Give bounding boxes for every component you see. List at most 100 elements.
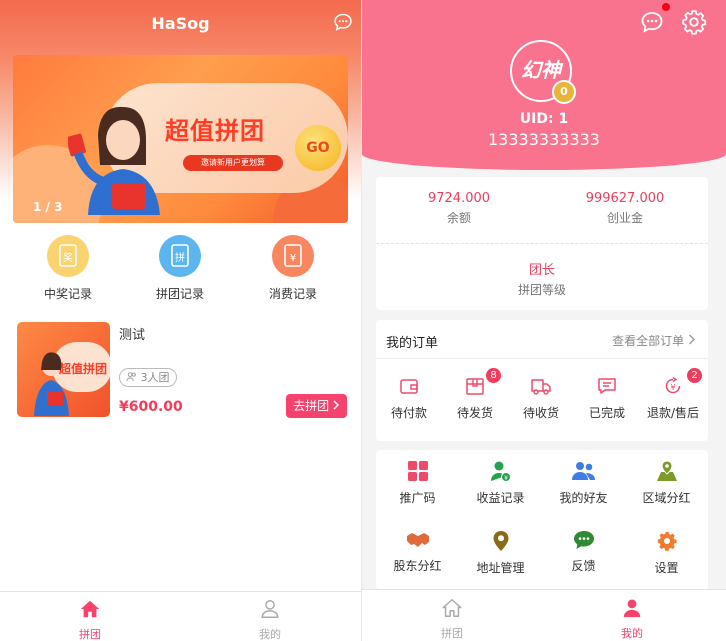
consume-record-shortcut[interactable]: ¥ 消费记录 — [253, 235, 333, 302]
group-record-icon: 拼 — [159, 235, 201, 277]
view-all-orders-link[interactable]: 查看全部订单 — [612, 332, 696, 349]
balance-label: 余额 — [446, 211, 471, 225]
order-status-refund[interactable]: ¥ 2 退款/售后 — [640, 368, 706, 421]
startup-fund-label: 创业金 — [606, 211, 643, 225]
services-card: 推广码 ¥ 收益记录 我的好友 区域分红 股东分红 地址管理 反馈 设置 — [376, 450, 708, 590]
group-size-tag: 3人团 — [119, 368, 177, 387]
service-friends[interactable]: 我的好友 — [542, 460, 625, 506]
banner-subtitle: 邀请新用户更划算 — [183, 155, 283, 171]
award-glyph: 奖 — [63, 251, 73, 264]
banner-go-badge: GO — [295, 125, 341, 171]
group-record-shortcut[interactable]: 拼 拼团记录 — [140, 235, 220, 302]
tab-mine[interactable]: 我的 — [225, 598, 315, 641]
level-badge: 0 — [552, 80, 576, 104]
divider — [376, 358, 708, 359]
group-record-label: 拼团记录 — [155, 287, 204, 301]
group-level-value: 团长 — [528, 263, 555, 278]
product-image: 超值拼团 — [17, 322, 110, 417]
user-icon — [261, 600, 279, 618]
service-label: 收益记录 — [476, 491, 525, 505]
order-status-completed[interactable]: 已完成 — [574, 376, 640, 421]
user-icon — [623, 599, 641, 618]
home-icon — [80, 600, 100, 618]
balance-value: 9724.000 — [427, 191, 491, 206]
service-promo-code[interactable]: 推广码 — [376, 460, 459, 506]
gear-icon[interactable] — [681, 9, 707, 35]
message-check-icon — [598, 378, 616, 394]
product-title: 测试 — [119, 328, 146, 343]
service-settings[interactable]: 设置 — [625, 530, 708, 576]
order-status-pending-receipt[interactable]: 待收货 — [508, 376, 574, 421]
earnings-icon: ¥ — [490, 461, 511, 482]
order-status-label: 退款/售后 — [646, 406, 700, 420]
service-address[interactable]: 地址管理 — [459, 530, 542, 576]
tab-group-buy-label: 拼团 — [79, 628, 101, 641]
chevron-right-icon — [689, 334, 695, 345]
consume-glyph: ¥ — [290, 253, 296, 264]
service-feedback[interactable]: 反馈 — [542, 530, 625, 574]
balance-item[interactable]: 9724.000 余额 — [376, 191, 542, 226]
service-region-dividend[interactable]: 区域分红 — [625, 460, 708, 506]
service-label: 我的好友 — [559, 491, 608, 505]
notification-dot — [662, 3, 670, 11]
tab-group-buy[interactable]: 拼团 — [45, 598, 135, 641]
award-record-icon: 奖 — [47, 235, 89, 277]
wallet-card: 9724.000 余额 999627.000 创业金 团长 拼团等级 — [376, 177, 708, 310]
tab-group-buy[interactable]: 拼团 — [407, 597, 497, 641]
tab-mine-label: 我的 — [259, 628, 281, 641]
feedback-icon — [573, 531, 594, 549]
truck-icon — [531, 379, 551, 395]
orders-title: 我的订单 — [386, 336, 439, 351]
chat-icon[interactable] — [640, 11, 664, 33]
people-icon — [126, 372, 136, 382]
order-status-label: 待收货 — [522, 406, 559, 420]
banner-headline: 超值拼团 — [165, 117, 265, 145]
order-status-pending-shipment[interactable]: 8 待发货 — [442, 368, 508, 421]
app-screens: HaSog 超值拼团 邀请新用户更划算 GO 1 / 3 奖 中奖记录 拼 拼团… — [0, 0, 726, 641]
group-glyph: 拼 — [175, 251, 185, 264]
svg-text:¥: ¥ — [504, 475, 508, 482]
order-status-pending-payment[interactable]: 待付款 — [376, 376, 442, 421]
chevron-right-icon — [333, 400, 339, 410]
tab-mine[interactable]: 我的 — [587, 597, 677, 641]
service-label: 反馈 — [571, 559, 596, 573]
service-label: 地址管理 — [476, 561, 525, 575]
bottom-tab-bar: 拼团 我的 — [0, 591, 361, 641]
award-record-shortcut[interactable]: 奖 中奖记录 — [28, 235, 108, 302]
tab-group-buy-label: 拼团 — [441, 627, 463, 640]
view-all-orders-label: 查看全部订单 — [612, 334, 685, 348]
qr-grid-icon — [407, 461, 428, 481]
join-group-label: 去拼团 — [293, 399, 330, 413]
product-card[interactable]: 超值拼团 测试 3人团 ¥600.00 去拼团 — [17, 322, 347, 418]
order-count-badge: 8 — [486, 368, 501, 383]
friends-icon — [571, 462, 595, 480]
join-group-button[interactable]: 去拼团 — [286, 394, 347, 418]
record-shortcuts: 奖 中奖记录 拼 拼团记录 ¥ 消费记录 — [0, 235, 361, 305]
tab-mine-label: 我的 — [621, 627, 643, 640]
order-status-label: 已完成 — [588, 406, 625, 420]
app-title: HaSog — [151, 14, 210, 33]
service-label: 股东分红 — [393, 559, 442, 573]
service-shareholder-dividend[interactable]: 股东分红 — [376, 530, 459, 574]
service-label: 推广码 — [399, 491, 436, 505]
region-icon — [656, 460, 677, 481]
home-icon — [442, 599, 462, 617]
divider — [376, 243, 708, 244]
wallet-icon — [400, 379, 418, 394]
user-id: UID: 1 — [519, 111, 569, 127]
startup-fund-item[interactable]: 999627.000 创业金 — [542, 191, 708, 226]
order-count-badge: 2 — [687, 368, 702, 383]
promo-banner[interactable]: 超值拼团 邀请新用户更划算 GO — [13, 55, 348, 223]
consume-record-label: 消费记录 — [268, 287, 317, 301]
handshake-icon — [406, 533, 429, 547]
box-icon — [466, 378, 484, 395]
chat-icon[interactable] — [333, 12, 353, 32]
bottom-tab-bar: 拼团 我的 — [362, 589, 726, 641]
phone-number: 13333333333 — [488, 130, 600, 149]
banner-page-indicator: 1 / 3 — [33, 200, 63, 214]
group-buy-screen: HaSog 超值拼团 邀请新用户更划算 GO 1 / 3 奖 中奖记录 拼 拼团… — [0, 0, 361, 641]
service-earnings[interactable]: ¥ 收益记录 — [459, 460, 542, 506]
settings-icon — [657, 531, 677, 551]
product-price: ¥600.00 — [119, 399, 183, 415]
service-label: 区域分红 — [642, 491, 691, 505]
